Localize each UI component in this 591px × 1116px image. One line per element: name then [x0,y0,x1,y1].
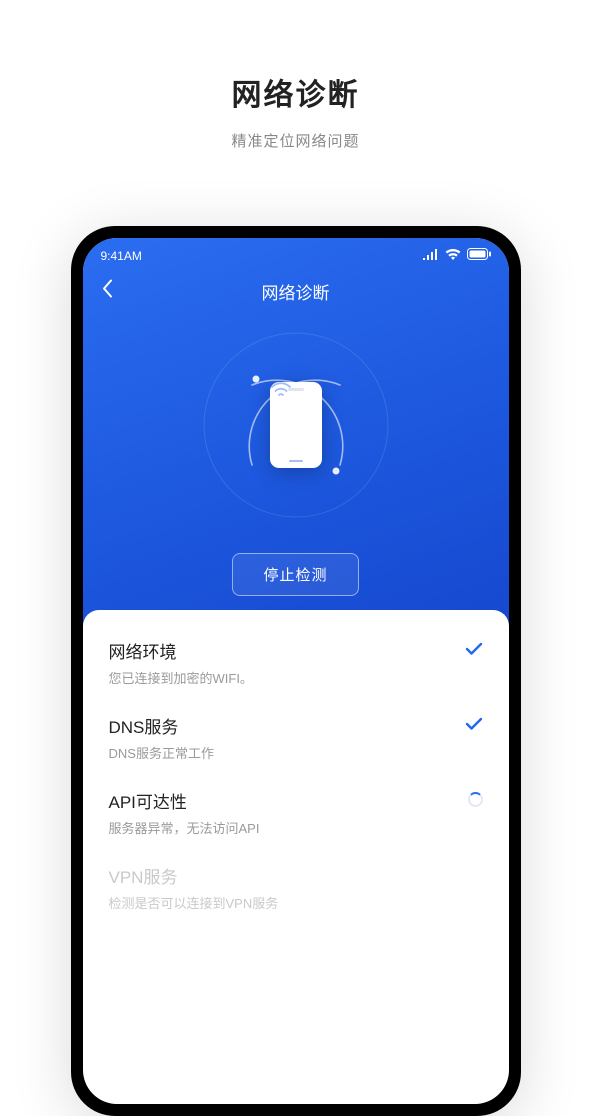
result-desc: 服务器异常，无法访问API [109,818,260,837]
result-item-dns: DNS服务 DNS服务正常工作 [109,713,483,762]
phone-mockup-frame: 9:41AM 网络诊断 [71,226,521,1116]
app-bar-title: 网络诊断 [262,279,330,304]
page-title: 网络诊断 [0,70,591,114]
check-icon [461,638,483,656]
loading-spinner-icon [461,788,483,807]
result-desc: 检测是否可以连接到VPN服务 [109,893,279,912]
header-panel: 9:41AM 网络诊断 [83,238,509,628]
result-desc: 您已连接到加密的WIFI。 [109,668,253,687]
diagnostic-graphic [186,325,406,525]
result-title: API可达性 [109,788,260,813]
result-item-network-env: 网络环境 您已连接到加密的WIFI。 [109,638,483,687]
results-panel: 网络环境 您已连接到加密的WIFI。 DNS服务 DNS服务正常工作 A [83,610,509,912]
result-item-api: API可达性 服务器异常，无法访问API [109,788,483,837]
pending-status [461,863,483,867]
result-title: VPN服务 [109,863,279,888]
device-icon [270,382,322,468]
result-desc: DNS服务正常工作 [109,743,214,762]
chevron-left-icon [101,279,113,299]
result-title: DNS服务 [109,713,214,738]
status-time: 9:41AM [101,249,142,263]
check-icon [461,713,483,731]
page-subtitle: 精准定位网络问题 [0,130,591,151]
back-button[interactable] [101,279,113,304]
wifi-icon [445,248,461,263]
stop-detection-button[interactable]: 停止检测 [232,553,358,596]
result-item-vpn: VPN服务 检测是否可以连接到VPN服务 [109,863,483,912]
app-bar: 网络诊断 [83,267,509,315]
battery-icon [467,248,491,263]
result-title: 网络环境 [109,638,253,663]
status-bar: 9:41AM [83,238,509,263]
wifi-device-icon [270,382,292,400]
signal-icon [423,249,439,263]
phone-screen: 9:41AM 网络诊断 [83,238,509,1104]
